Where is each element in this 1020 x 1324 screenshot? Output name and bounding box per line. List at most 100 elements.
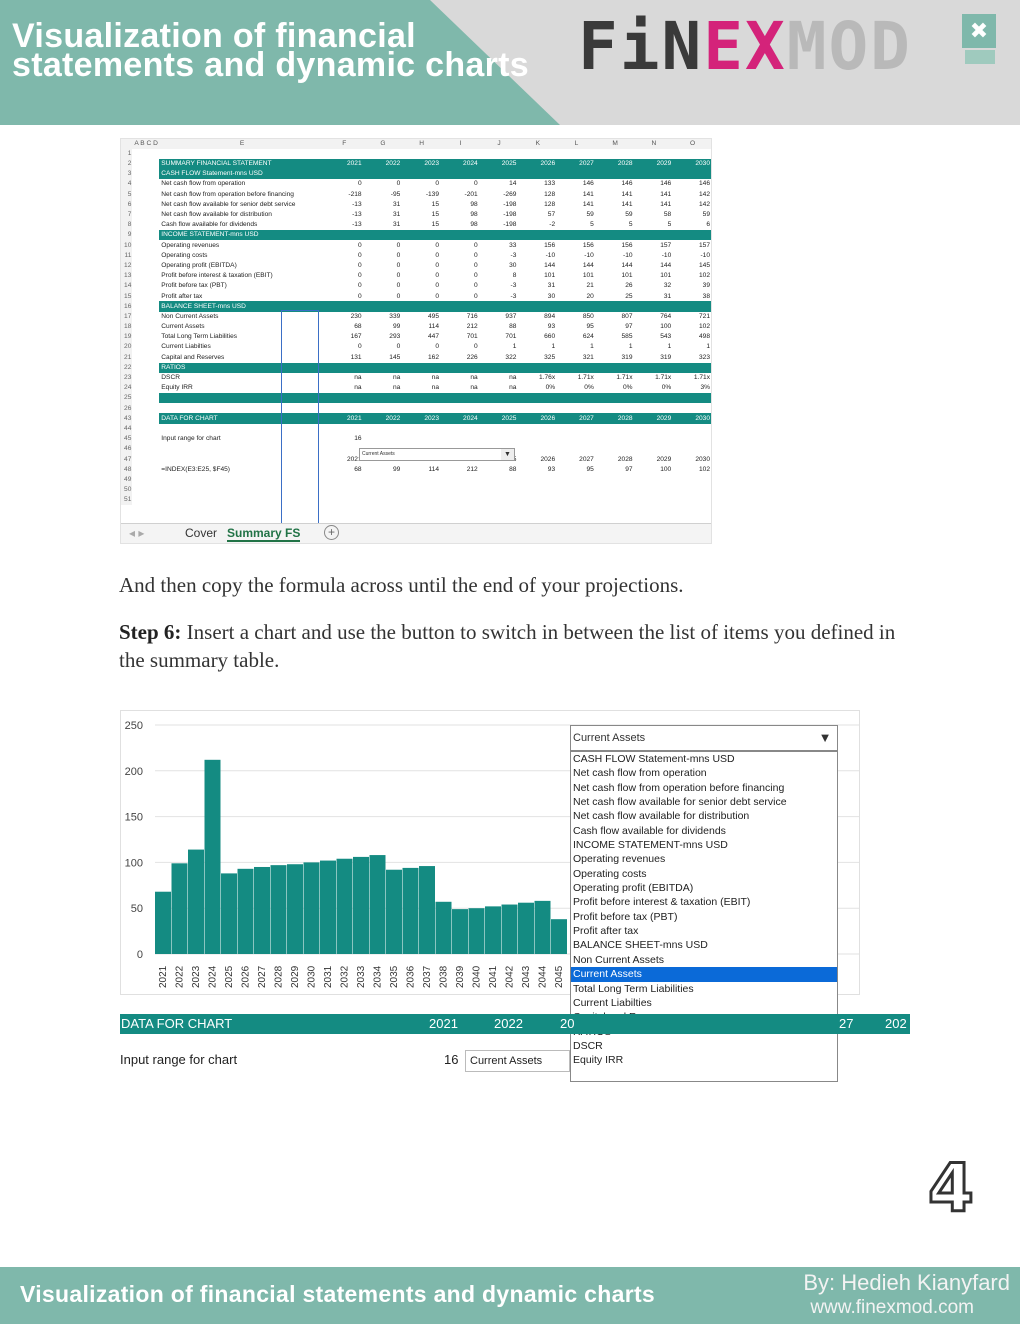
value-cell: 0 [396, 241, 401, 249]
value-cell [363, 362, 403, 373]
dropdown-option[interactable]: BALANCE SHEET-mns USD [571, 938, 837, 952]
value-cell [596, 403, 635, 413]
dropdown-option[interactable]: Profit after tax [571, 924, 837, 938]
dropdown-option[interactable]: DSCR [571, 1039, 837, 1053]
dropdown-option[interactable]: Profit before interest & taxation (EBIT) [571, 895, 837, 909]
value-cell [634, 393, 674, 404]
value-cell [673, 434, 711, 444]
value-cell [673, 485, 711, 495]
value-cell [325, 485, 364, 495]
tab-cover[interactable]: Cover [185, 526, 217, 540]
dropdown-option[interactable]: Current Liabilties [571, 996, 837, 1010]
value-cell: 701 [505, 333, 517, 341]
value-cell [441, 362, 480, 373]
dropdown-arrow-icon[interactable]: ▼ [813, 726, 837, 750]
value-cell: 937 [505, 312, 517, 320]
x-tick-label: 2025 [224, 965, 235, 988]
dropdown-option[interactable]: Operating costs [571, 867, 837, 881]
y-tick-label: 0 [137, 949, 143, 961]
value-cell: 2021 [346, 455, 362, 463]
value-cell: 98 [470, 200, 478, 208]
value-cell: 1 [628, 343, 633, 351]
x-tick-label: 2028 [274, 965, 285, 988]
value-cell: -198 [503, 200, 517, 208]
input-item-cell[interactable]: Current Assets [465, 1050, 570, 1072]
dropdown-option[interactable]: Profit before tax (PBT) [571, 910, 837, 924]
value-cell: 144 [582, 261, 594, 269]
dropdown-option[interactable]: Net cash flow from operation before fina… [571, 781, 837, 795]
row-number: 50 [121, 484, 133, 495]
value-cell: 15 [431, 211, 440, 219]
mini-dropdown[interactable]: Current Assets ▼ [359, 448, 515, 461]
value-cell: 141 [582, 200, 594, 208]
value-cell: 16 [354, 435, 362, 443]
bar [270, 865, 287, 954]
value-cell: 133 [544, 180, 556, 188]
value-cell: 68 [354, 323, 362, 331]
value-cell: 2022 [363, 413, 403, 424]
dropdown-option[interactable]: Cash flow available for dividends [571, 824, 837, 838]
value-cell: 88 [509, 465, 517, 473]
value-cell [673, 168, 711, 180]
value-cell [635, 495, 674, 505]
dropdown-option[interactable]: Operating profit (EBITDA) [571, 881, 837, 895]
bar [221, 873, 237, 954]
value-cell [363, 393, 403, 404]
dropdown-option[interactable]: Net cash flow available for senior debt … [571, 795, 837, 809]
tab-scroll-arrows-icon[interactable]: ◂ ▸ [129, 526, 144, 540]
value-cell: 322 [505, 353, 517, 361]
pad-cell [132, 322, 159, 332]
dropdown-arrow-icon[interactable]: ▼ [501, 449, 514, 460]
value-cell: 1 [706, 343, 710, 351]
dropdown-option[interactable]: Current Assets [571, 967, 837, 982]
table-row: 24 Equity IRR na na na na na 0% 0% 0% 0% 3% [121, 382, 711, 394]
value-cell: 32 [663, 282, 672, 290]
dropdown-option[interactable]: CASH FLOW Statement-mns USD [571, 752, 837, 766]
chart-item-dropdown[interactable]: Current Assets ▼ [570, 725, 838, 751]
dropdown-option[interactable]: Total Long Term Liabilities [571, 982, 837, 996]
value-cell: na [392, 374, 401, 382]
value-cell: 2028 [595, 413, 635, 424]
table-row: 7 Net cash flow available for distributio… [121, 209, 711, 220]
row-number: 13 [121, 270, 133, 282]
add-sheet-icon[interactable]: + [324, 525, 339, 540]
value-cell: 1 [551, 343, 556, 351]
value-cell [557, 393, 596, 404]
selection-box [281, 310, 319, 531]
row-label: Net cash flow available for distribution [161, 211, 272, 219]
dropdown-option[interactable]: Net cash flow from operation [571, 766, 837, 780]
value-cell: 321 [582, 353, 594, 361]
row-label: INCOME STATEMENT-mns USD [159, 230, 325, 241]
value-cell: -3 [510, 282, 517, 290]
value-cell: 141 [621, 190, 633, 198]
value-cell: 141 [660, 190, 672, 198]
value-cell: 0 [396, 180, 401, 188]
pad-cell [132, 149, 159, 159]
dropdown-option[interactable]: Net cash flow available for distribution [571, 809, 837, 823]
dropdown-option[interactable]: Operating revenues [571, 852, 837, 866]
bar [551, 919, 567, 954]
dropdown-option[interactable]: INCOME STATEMENT-mns USD [571, 838, 837, 852]
table-row: 11 Operating costs 0 0 0 0 -3 -10 -10 -10 -10 -10 [121, 250, 711, 261]
row-number: 4 [121, 179, 133, 190]
value-cell [479, 168, 519, 180]
value-cell: 157 [660, 241, 672, 249]
row-number: 25 [121, 393, 133, 404]
value-cell: 624 [582, 333, 594, 341]
value-cell [557, 434, 596, 444]
value-cell: 8 [512, 272, 517, 280]
value-cell [518, 168, 558, 180]
tab-summary-fs[interactable]: Summary FS [227, 526, 301, 542]
value-cell: 447 [428, 333, 440, 341]
dropdown-option[interactable]: Non Current Assets [571, 953, 837, 967]
value-cell [557, 301, 596, 312]
x-tick-label: 2044 [538, 965, 549, 988]
finexmod-logo: FiNEXMOD [578, 12, 912, 82]
dropdown-option[interactable]: Equity IRR [571, 1053, 837, 1067]
value-cell [402, 424, 441, 434]
value-cell [595, 393, 635, 404]
value-cell: 15 [431, 200, 440, 208]
value-cell: na [431, 374, 440, 382]
bar [468, 908, 485, 954]
value-cell [441, 301, 480, 312]
